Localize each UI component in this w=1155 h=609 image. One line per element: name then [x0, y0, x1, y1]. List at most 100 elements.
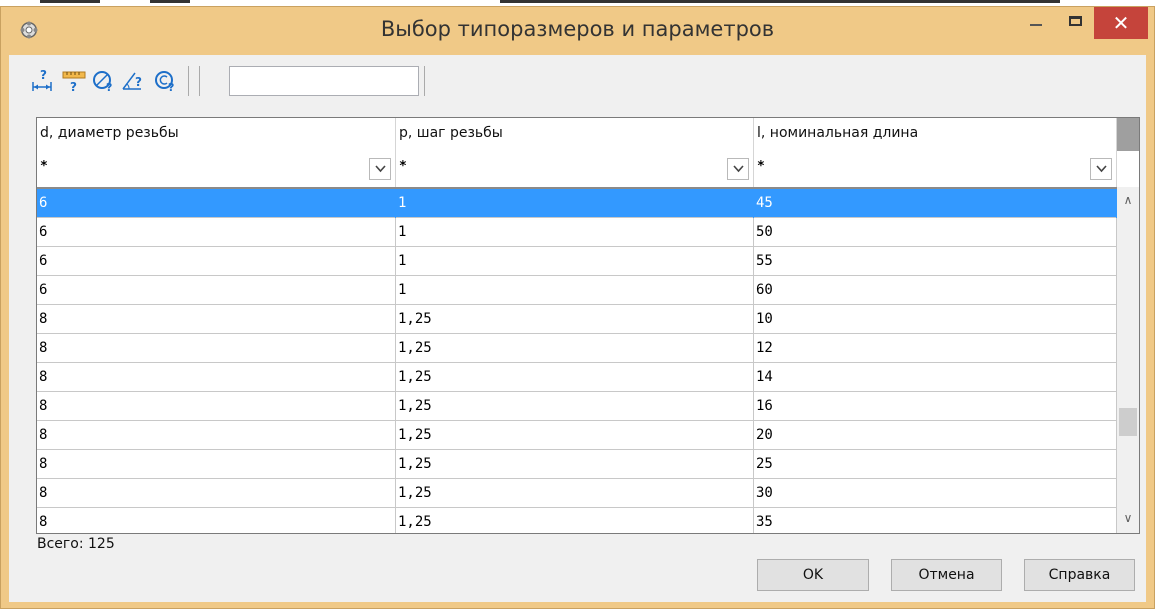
search-input[interactable]: [229, 66, 419, 96]
dimension-query-icon[interactable]: ?: [29, 67, 55, 93]
cell-pitch[interactable]: 1,25: [396, 508, 754, 533]
toolbar-separator: [424, 66, 425, 96]
table-row[interactable]: 6 1 55: [37, 247, 1117, 276]
cell-diameter[interactable]: 8: [37, 305, 396, 334]
cell-diameter[interactable]: 8: [37, 363, 396, 392]
cell-length[interactable]: 12: [754, 334, 1117, 363]
minimize-icon: [1030, 24, 1042, 26]
scroll-down-button[interactable]: ∨: [1117, 511, 1139, 533]
table-row[interactable]: 8 1,25 20: [37, 421, 1117, 450]
maximize-button[interactable]: [1057, 7, 1097, 37]
cell-length[interactable]: 14: [754, 363, 1117, 392]
cell-length[interactable]: 55: [754, 247, 1117, 276]
close-icon: ✕: [1112, 11, 1130, 35]
svg-text:?: ?: [106, 81, 112, 93]
minimize-button[interactable]: [1017, 7, 1057, 37]
column-header-diameter[interactable]: d, диаметр резьбы: [37, 118, 396, 151]
svg-text:?: ?: [70, 80, 77, 93]
scroll-up-button[interactable]: ∧: [1117, 193, 1139, 215]
cell-diameter[interactable]: 6: [37, 276, 396, 305]
cell-pitch[interactable]: 1,25: [396, 479, 754, 508]
cell-pitch[interactable]: 1,25: [396, 363, 754, 392]
table-row[interactable]: 8 1,25 14: [37, 363, 1117, 392]
chevron-down-icon: [375, 165, 386, 173]
cell-length[interactable]: 25: [754, 450, 1117, 479]
cell-diameter[interactable]: 8: [37, 450, 396, 479]
dialog-window: Выбор типоразмеров и параметров ✕ ? ? ? …: [0, 6, 1155, 609]
cell-diameter[interactable]: 6: [37, 218, 396, 247]
toolbar-separator: [199, 66, 200, 96]
cell-pitch[interactable]: 1: [396, 218, 754, 247]
table-row[interactable]: 8 1,25 12: [37, 334, 1117, 363]
svg-text:?: ?: [40, 68, 47, 82]
filter-value: *: [399, 159, 407, 174]
title-bar[interactable]: Выбор типоразмеров и параметров ✕: [1, 7, 1154, 55]
diameter-query-icon[interactable]: ?: [91, 67, 117, 93]
maximize-icon: [1069, 16, 1082, 26]
vertical-scrollbar[interactable]: ∧ ∨: [1117, 187, 1139, 533]
table-row[interactable]: 6 1 50: [37, 218, 1117, 247]
cell-length[interactable]: 20: [754, 421, 1117, 450]
total-count: Всего: 125: [37, 536, 115, 552]
parameters-table: d, диаметр резьбы p, шаг резьбы l, номин…: [36, 117, 1140, 534]
chevron-down-icon: [733, 165, 744, 173]
cell-diameter[interactable]: 8: [37, 421, 396, 450]
cell-pitch[interactable]: 1,25: [396, 334, 754, 363]
filter-pitch[interactable]: *: [396, 151, 754, 187]
table-row[interactable]: 6 1 60: [37, 276, 1117, 305]
angle-query-icon[interactable]: ?: [121, 67, 147, 93]
cancel-button[interactable]: Отмена: [891, 559, 1002, 591]
svg-text:?: ?: [135, 75, 142, 89]
toolbar-separator: [188, 66, 189, 96]
cell-diameter[interactable]: 8: [37, 479, 396, 508]
table-row[interactable]: 8 1,25 30: [37, 479, 1117, 508]
cell-pitch[interactable]: 1: [396, 276, 754, 305]
cell-diameter[interactable]: 8: [37, 508, 396, 533]
cell-length[interactable]: 10: [754, 305, 1117, 334]
dialog-client: ? ? ? ? ? d, диаметр резьбы p, шаг резьб…: [9, 55, 1146, 602]
cell-pitch[interactable]: 1,25: [396, 305, 754, 334]
chevron-down-icon: [1096, 165, 1107, 173]
table-row[interactable]: 8 1,25 35: [37, 508, 1117, 533]
cell-length[interactable]: 50: [754, 218, 1117, 247]
cell-length[interactable]: 30: [754, 479, 1117, 508]
cell-pitch[interactable]: 1,25: [396, 421, 754, 450]
close-button[interactable]: ✕: [1094, 7, 1148, 39]
filter-dropdown-button[interactable]: [1090, 158, 1112, 180]
scrollbar-thumb[interactable]: [1119, 408, 1137, 436]
filter-dropdown-button[interactable]: [369, 158, 391, 180]
window-title: Выбор типоразмеров и параметров: [380, 17, 775, 41]
copyright-query-icon[interactable]: ?: [153, 67, 179, 93]
column-header-length[interactable]: l, номинальная длина: [754, 118, 1117, 151]
table-row[interactable]: 6 1 45: [37, 189, 1117, 218]
cell-diameter[interactable]: 6: [37, 189, 396, 218]
ruler-query-icon[interactable]: ?: [61, 67, 87, 93]
cell-length[interactable]: 60: [754, 276, 1117, 305]
cell-diameter[interactable]: 8: [37, 334, 396, 363]
cell-length[interactable]: 45: [754, 189, 1117, 218]
filter-diameter[interactable]: *: [37, 151, 396, 187]
cell-length[interactable]: 16: [754, 392, 1117, 421]
column-header-pitch[interactable]: p, шаг резьбы: [396, 118, 754, 151]
cell-pitch[interactable]: 1: [396, 247, 754, 276]
chevron-down-icon: ∨: [1123, 511, 1133, 525]
table-row[interactable]: 8 1,25 16: [37, 392, 1117, 421]
filter-value: *: [757, 159, 765, 174]
table-row[interactable]: 8 1,25 25: [37, 450, 1117, 479]
scrollbar-corner: [1117, 118, 1139, 151]
cell-pitch[interactable]: 1,25: [396, 450, 754, 479]
table-body: 6 1 45 6 1 50 6 1 55 6 1 60 8 1,25 10 8 1,25 12 8 1,25 14 8 1,…: [37, 189, 1117, 533]
cell-diameter[interactable]: 6: [37, 247, 396, 276]
cell-pitch[interactable]: 1,25: [396, 392, 754, 421]
chevron-up-icon: ∧: [1123, 193, 1133, 207]
toolbar: ? ? ? ? ?: [9, 55, 1146, 115]
cell-pitch[interactable]: 1: [396, 189, 754, 218]
ok-button[interactable]: OK: [757, 559, 869, 591]
filter-length[interactable]: *: [754, 151, 1117, 187]
filter-dropdown-button[interactable]: [727, 158, 749, 180]
filter-value: *: [40, 159, 48, 174]
help-button[interactable]: Справка: [1024, 559, 1135, 591]
cell-length[interactable]: 35: [754, 508, 1117, 533]
table-row[interactable]: 8 1,25 10: [37, 305, 1117, 334]
cell-diameter[interactable]: 8: [37, 392, 396, 421]
